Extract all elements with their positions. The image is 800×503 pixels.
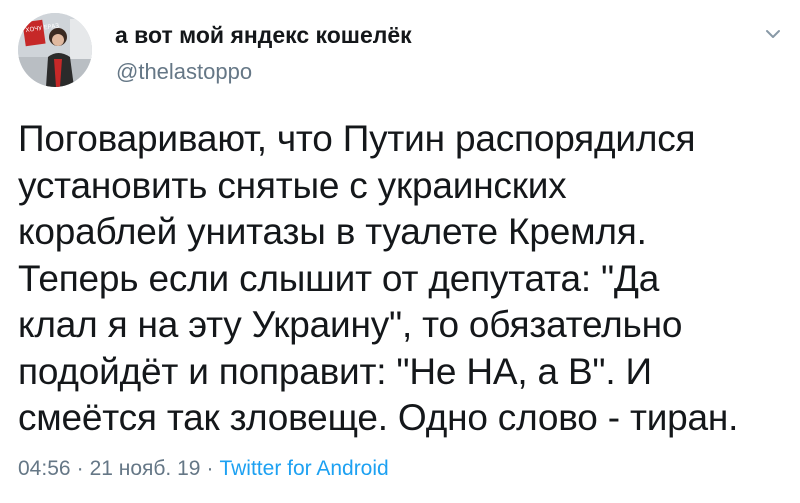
tweet-text-line: кораблей унитазы в туалете Кремля. [18, 211, 647, 252]
tweet-text-line: смеётся так зловеще. Одно слово - тиран. [18, 397, 739, 438]
tweet-text-line: Поговаривают, что Путин распорядился [18, 118, 696, 159]
tweet-time[interactable]: 04:56 [18, 457, 71, 480]
avatar[interactable]: ХОЧУ ЕРАЗ [18, 13, 92, 87]
tweet-text-line: Теперь если слышит от депутата: "Да [18, 257, 660, 299]
tweet-text: Поговаривают, что Путин распорядился уст… [18, 116, 788, 442]
author-name[interactable]: а вот мой яндекс кошелёк [115, 22, 412, 49]
tweet-date[interactable]: 21 нояб. 19 [90, 457, 201, 480]
tweet-text-line: установить снятые с украинских [18, 164, 567, 206]
tweet-meta: 04:56 · 21 нояб. 19 · Twitter for Android [18, 457, 389, 481]
tweet-card: ХОЧУ ЕРАЗ а вот мой яндекс кошелёк @thel… [0, 0, 800, 503]
chevron-down-icon[interactable] [762, 26, 784, 42]
author-handle[interactable]: @thelastoppo [116, 59, 252, 85]
tweet-source-link[interactable]: Twitter for Android [219, 457, 388, 480]
meta-separator: · [206, 457, 214, 480]
tweet-text-line: клал я на эту Украину", то обязательно [18, 304, 683, 345]
avatar-image: ХОЧУ ЕРАЗ [18, 13, 92, 87]
meta-separator: · [76, 457, 84, 480]
tweet-text-line: подойдёт и поправит: "Не НА, а В". И [18, 350, 652, 392]
